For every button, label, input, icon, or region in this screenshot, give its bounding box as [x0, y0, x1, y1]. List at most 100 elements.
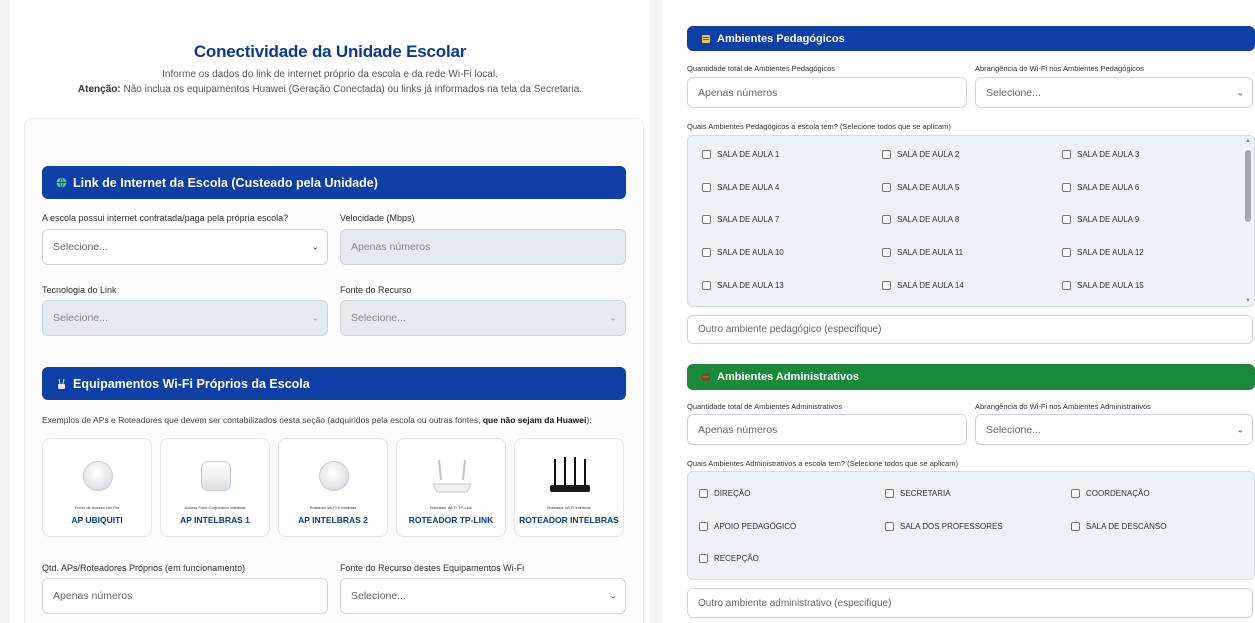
- router-icon: [56, 378, 67, 390]
- ap-ubiquiti-image: [63, 447, 133, 505]
- scroll-up-icon[interactable]: ▲: [1244, 138, 1252, 144]
- admin-room-checkbox[interactable]: SALA DOS PROFESSORES: [885, 522, 1003, 531]
- equipment-name: AP UBIQUITI: [71, 515, 123, 525]
- equipment-card: Roteador Wi-Fi Intelbras ROTEADOR INTELB…: [514, 438, 624, 537]
- chevron-down-icon: ⌄: [609, 590, 617, 601]
- has-internet-select[interactable]: Selecione... ⌄: [42, 229, 328, 265]
- equipment-caption: Roteador Wi-Fi Intelbras: [547, 505, 591, 510]
- checkbox-box[interactable]: [699, 489, 708, 498]
- scroll-down-icon[interactable]: ▼: [1244, 298, 1252, 304]
- pedagogic-room-checkbox[interactable]: SALA DE AULA 11: [882, 248, 963, 257]
- qty-equipment-label: Qtd. APs/Roteadores Próprios (em funcion…: [42, 563, 246, 573]
- admin-coverage-select[interactable]: Selecione... ⌄: [975, 414, 1253, 445]
- checkbox-box[interactable]: [885, 522, 894, 531]
- eq-source-select[interactable]: Selecione... ⌄: [340, 578, 626, 614]
- equipment-caption: Ponto de Acesso Ubi Pro: [74, 505, 120, 510]
- chevron-down-icon: ⌄: [1236, 87, 1244, 97]
- checkbox-box[interactable]: [882, 183, 891, 192]
- source-value: Selecione...: [351, 312, 406, 324]
- checkbox-box[interactable]: [1062, 183, 1071, 192]
- pedagogic-room-checkbox[interactable]: SALA DE AULA 10: [702, 248, 784, 257]
- equipment-card: Access Point Corporativo Intelbras AP IN…: [160, 438, 270, 537]
- checkbox-box[interactable]: [1062, 281, 1071, 290]
- equipment-card: Roteador Wi-Fi TP-Link ROTEADOR TP-LINK: [396, 438, 506, 537]
- pedagogic-room-checkbox[interactable]: SALA DE AULA 9: [1062, 215, 1139, 224]
- checkbox-box[interactable]: [702, 183, 711, 192]
- pedagogic-section-header: Ambientes Pedagógicos: [687, 26, 1255, 51]
- pedagogic-room-checkbox[interactable]: SALA DE AULA 15: [1062, 281, 1144, 290]
- pedagogic-room-checkbox[interactable]: SALA DE AULA 1: [702, 150, 779, 159]
- equipment-name: ROTEADOR TP-LINK: [408, 515, 494, 525]
- pedagogic-room-checkbox[interactable]: SALA DE AULA 13: [702, 281, 784, 290]
- pedagogic-room-checkbox[interactable]: SALA DE AULA 8: [882, 215, 959, 224]
- link-section-header: Link de Internet da Escola (Custeado pel…: [42, 166, 626, 199]
- checkbox-box[interactable]: [882, 248, 891, 257]
- admin-room-checkbox[interactable]: DIREÇÃO: [699, 489, 750, 498]
- checkbox-box[interactable]: [702, 150, 711, 159]
- equipment-card: Ponto de Acesso Ubi Pro AP UBIQUITI: [42, 438, 152, 537]
- wifi-section-header: Equipamentos Wi-Fi Próprios da Escola: [42, 367, 626, 400]
- pedagogic-room-checkbox[interactable]: SALA DE AULA 14: [882, 281, 964, 290]
- pedagogic-which-label: Quais Ambientes Pedagógicos a escola tem…: [687, 122, 951, 131]
- pedagogic-room-checkbox[interactable]: SALA DE AULA 6: [1062, 183, 1139, 192]
- pedagogic-qty-input[interactable]: Apenas números: [687, 77, 967, 108]
- checkbox-box[interactable]: [702, 215, 711, 224]
- tech-select[interactable]: Selecione... ⌄: [42, 300, 328, 336]
- checkbox-box[interactable]: [1071, 489, 1080, 498]
- pedagogic-other-input[interactable]: Outro ambiente pedagógico (especifique): [687, 315, 1253, 344]
- pedagogic-room-checkbox[interactable]: SALA DE AULA 7: [702, 215, 779, 224]
- pedagogic-coverage-select[interactable]: Selecione... ⌄: [975, 77, 1253, 108]
- checkbox-box[interactable]: [1062, 248, 1071, 257]
- checkbox-box[interactable]: [1071, 522, 1080, 531]
- admin-qty-label: Quantidade total de Ambientes Administra…: [687, 402, 843, 411]
- pedagogic-scrollbar[interactable]: ▲ ▼: [1244, 138, 1252, 304]
- examples-end: ):: [586, 415, 592, 425]
- pedagogic-section-title: Ambientes Pedagógicos: [717, 32, 845, 45]
- chevron-down-icon: ⌄: [1236, 424, 1244, 434]
- admin-qty-input[interactable]: Apenas números: [687, 414, 967, 445]
- checkbox-box[interactable]: [702, 281, 711, 290]
- admin-other-input[interactable]: Outro ambiente administrativo (especifiq…: [687, 588, 1253, 618]
- pedagogic-qty-label: Quantidade total de Ambientes Pedagógico…: [687, 64, 836, 73]
- room-label: SALA DE AULA 14: [897, 281, 964, 290]
- qty-equipment-placeholder: Apenas números: [53, 590, 133, 602]
- room-label: SALA DE AULA 4: [717, 183, 780, 192]
- checkbox-box[interactable]: [702, 248, 711, 257]
- equipment-caption: Access Point Corporativo Intelbras: [184, 505, 246, 510]
- scroll-thumb[interactable]: [1245, 150, 1251, 222]
- room-label: SALA DE AULA 15: [1077, 281, 1144, 290]
- globe-icon: [56, 177, 67, 188]
- admin-which-label: Quais Ambientes Administrativos a escola…: [687, 459, 958, 468]
- admin-room-checkbox[interactable]: SECRETARIA: [885, 489, 951, 498]
- checkbox-box[interactable]: [699, 522, 708, 531]
- examples-text: Exemplos de APs e Roteadores que devem s…: [42, 415, 483, 425]
- pedagogic-qty-placeholder: Apenas números: [698, 86, 778, 99]
- source-select[interactable]: Selecione... ⌄: [340, 300, 626, 336]
- pedagogic-room-checkbox[interactable]: SALA DE AULA 5: [882, 183, 959, 192]
- admin-coverage-value: Selecione...: [986, 423, 1041, 436]
- speed-input[interactable]: Apenas números: [340, 229, 626, 265]
- checkbox-box[interactable]: [699, 554, 708, 563]
- pedagogic-room-checkbox[interactable]: SALA DE AULA 12: [1062, 248, 1144, 257]
- checkbox-box[interactable]: [1062, 215, 1071, 224]
- admin-room-checkbox[interactable]: APOIO PEDAGÓGICO: [699, 522, 796, 531]
- room-label: SALA DOS PROFESSORES: [900, 522, 1003, 531]
- checkbox-box[interactable]: [882, 150, 891, 159]
- qty-equipment-input[interactable]: Apenas números: [42, 578, 328, 614]
- warning-label: Atenção:: [77, 84, 121, 95]
- checkbox-box[interactable]: [882, 281, 891, 290]
- checkbox-box[interactable]: [882, 215, 891, 224]
- right-panel: Ambientes Pedagógicos Quantidade total d…: [662, 0, 1255, 623]
- admin-room-checkbox[interactable]: SALA DE DESCANSO: [1071, 522, 1166, 531]
- eq-source-value: Selecione...: [351, 590, 406, 602]
- room-label: SALA DE AULA 10: [717, 248, 784, 257]
- admin-room-checkbox[interactable]: RECEPÇÃO: [699, 554, 759, 563]
- pedagogic-room-checkbox[interactable]: SALA DE AULA 3: [1062, 150, 1139, 159]
- examples-note: Exemplos de APs e Roteadores que devem s…: [42, 415, 592, 425]
- room-label: SALA DE AULA 9: [1077, 215, 1140, 224]
- checkbox-box[interactable]: [1062, 150, 1071, 159]
- checkbox-box[interactable]: [885, 489, 894, 498]
- admin-room-checkbox[interactable]: COORDENAÇÃO: [1071, 489, 1150, 498]
- pedagogic-room-checkbox[interactable]: SALA DE AULA 2: [882, 150, 959, 159]
- pedagogic-room-checkbox[interactable]: SALA DE AULA 4: [702, 183, 779, 192]
